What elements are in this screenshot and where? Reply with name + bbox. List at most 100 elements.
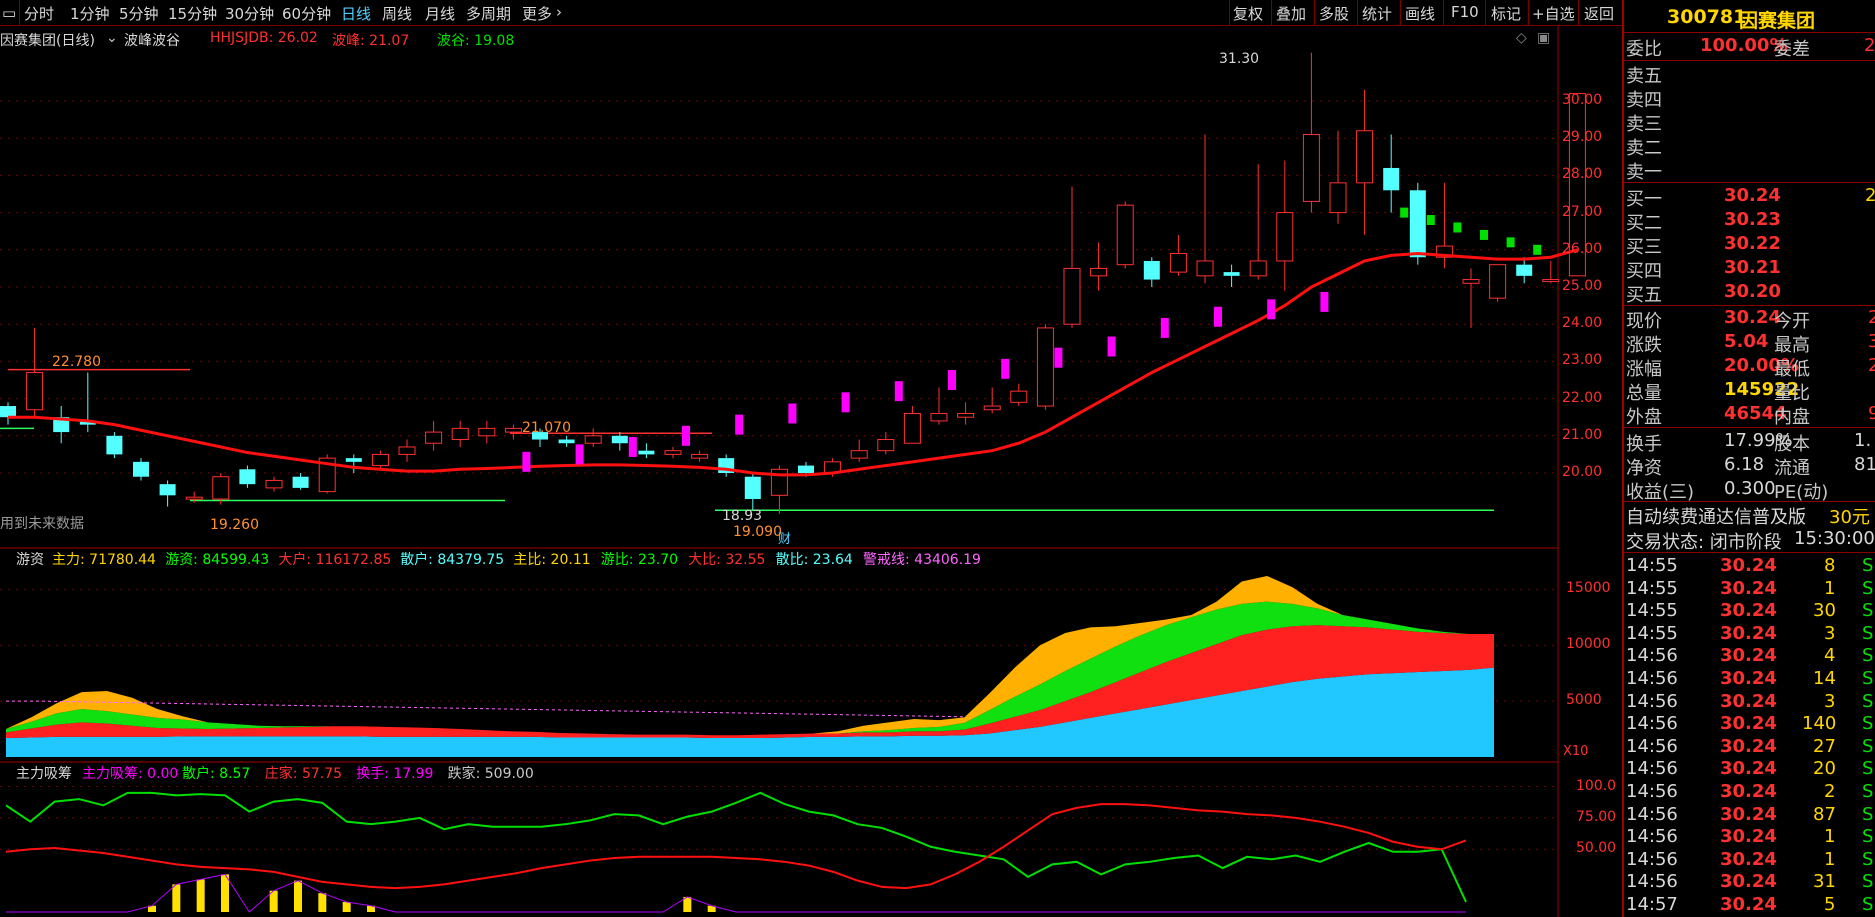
flow-field: 跌家: 509.00 xyxy=(447,766,534,782)
green-signal-mark xyxy=(1480,229,1488,240)
sell-level-label: 卖四 xyxy=(1626,90,1662,111)
price-label-22780: 22.780 xyxy=(52,354,101,370)
flow-absorb-bar xyxy=(318,893,327,912)
stock-code: 300781 xyxy=(1667,6,1747,28)
hhjsjdb-value: HHJSJDB: 26.02 xyxy=(210,30,318,46)
vol-y-tick: 15000 xyxy=(1566,580,1611,597)
finance-event-badge[interactable]: 财 xyxy=(778,528,791,547)
stat-label: 涨跌 xyxy=(1626,335,1662,356)
magenta-signal-mark xyxy=(522,451,531,472)
stat-label-2: 今开 xyxy=(1774,311,1810,332)
flow-field: 庄家: 57.75 xyxy=(264,766,343,782)
tick-row: 14:56 30.24 2 S xyxy=(1624,781,1875,805)
magenta-signal-mark xyxy=(894,381,903,402)
candle-body-up xyxy=(1063,267,1081,325)
vol-field: 大户: 116172.85 xyxy=(278,552,392,568)
weibi-row: 委比 100.00% 委差 2 xyxy=(1624,35,1875,60)
tick-time: 14:56 xyxy=(1626,871,1678,893)
main-y-tick: 21.00 xyxy=(1562,426,1603,443)
fund-label-2: 股本 xyxy=(1774,434,1810,455)
stat-value: 5.04 xyxy=(1724,331,1769,352)
flow-y-tick: 50.00 xyxy=(1576,840,1617,857)
vol-scale-label: X10 xyxy=(1563,744,1589,759)
tick-time: 14:55 xyxy=(1626,600,1678,622)
main-y-tick: 26.00 xyxy=(1562,240,1603,257)
tick-time: 14:55 xyxy=(1626,555,1678,576)
flow-absorb-bar xyxy=(196,879,205,912)
main-y-tick: 20.00 xyxy=(1562,464,1603,480)
promo-text: 自动续费通达信普及版 xyxy=(1626,507,1806,528)
stat-label: 总量 xyxy=(1626,383,1662,404)
vol-field: 主力: 71780.44 xyxy=(52,552,156,568)
fund-label: 换手 xyxy=(1626,434,1662,455)
candle-body-up xyxy=(983,405,1001,411)
trough-value: 波谷: 19.08 xyxy=(437,33,515,49)
diamond-icon[interactable]: ◇ xyxy=(1516,30,1527,46)
candle-body-up xyxy=(371,453,389,467)
flow-indicator-name[interactable]: 主力吸筹 xyxy=(16,763,72,783)
tick-row: 14:56 30.24 1 S xyxy=(1624,826,1875,850)
sell-level-label: 卖一 xyxy=(1626,162,1662,183)
tick-side: S xyxy=(1862,600,1874,622)
buy-level-volume: 2 xyxy=(1865,185,1875,206)
candle-body-down xyxy=(292,476,309,488)
vol-field: 游资: 84599.43 xyxy=(165,552,270,568)
magenta-signal-mark xyxy=(628,436,637,457)
tick-side: S xyxy=(1862,826,1874,848)
candle-body-up xyxy=(1010,390,1028,403)
candle-body-up xyxy=(478,427,496,437)
tick-row: 14:56 30.24 20 S xyxy=(1624,758,1875,782)
vol-field: 散比: 23.64 xyxy=(775,552,853,568)
tick-side: S xyxy=(1862,577,1874,599)
price-label-19090: 19.090 xyxy=(733,524,782,540)
stat-value-2: 2 xyxy=(1868,355,1875,376)
fund-value-2: 81 xyxy=(1854,454,1875,475)
candle-body-down xyxy=(159,484,176,496)
candle-body-up xyxy=(1276,212,1294,262)
buy-level-row: 买一 30.24 2 xyxy=(1624,185,1875,210)
chart-title: 因赛集团(日线) xyxy=(0,33,95,49)
flow-absorb-bar xyxy=(342,901,351,912)
tick-row: 14:56 30.24 3 S xyxy=(1624,691,1875,715)
tick-price: 30.24 xyxy=(1720,735,1777,757)
tick-price: 30.24 xyxy=(1720,848,1777,870)
tick-volume: 31 xyxy=(1813,871,1836,893)
candle-body-up xyxy=(26,372,44,411)
buy-level-row: 买二 30.23 xyxy=(1624,209,1875,234)
quote-header: 300781 因赛集团 xyxy=(1624,0,1875,32)
tick-side: S xyxy=(1862,848,1874,870)
magenta-signal-mark xyxy=(1214,306,1222,327)
vol-indicator-name[interactable]: 游资 xyxy=(16,549,44,569)
candle-body-up xyxy=(185,496,203,500)
tick-price: 30.24 xyxy=(1720,577,1777,599)
weicha-label: 委差 xyxy=(1774,39,1810,60)
stat-label-2: 最高 xyxy=(1774,335,1810,356)
candle-body-down xyxy=(638,450,655,455)
buy-level-label: 买四 xyxy=(1626,261,1662,282)
green-signal-mark xyxy=(1400,207,1409,218)
candle-body-down xyxy=(345,458,362,462)
promo-price: 30元 xyxy=(1829,507,1870,528)
tick-time: 14:56 xyxy=(1626,826,1678,848)
tick-price: 30.24 xyxy=(1720,871,1777,893)
candle-body-up xyxy=(664,450,682,455)
tick-time: 14:56 xyxy=(1626,668,1678,689)
tick-time: 14:55 xyxy=(1626,622,1678,644)
candle-body-up xyxy=(1489,264,1507,299)
candle-body-up xyxy=(903,412,921,444)
candle-body-up xyxy=(1196,260,1214,277)
buy-level-row: 买五 30.20 xyxy=(1624,281,1875,306)
indicator-name[interactable]: 波峰波谷 xyxy=(124,30,180,50)
window-toggle-icon[interactable]: ▣ xyxy=(1537,30,1550,46)
candle-body-up xyxy=(957,412,975,418)
main-y-tick: 29.00 xyxy=(1562,129,1603,146)
tick-row: 14:56 30.24 4 S xyxy=(1624,645,1875,669)
flow-absorb-bar xyxy=(221,874,229,912)
price-label-high: 31.30 xyxy=(1219,51,1260,67)
magenta-signal-mark xyxy=(735,414,744,435)
buy-level-price: 30.23 xyxy=(1724,209,1781,230)
dropdown-circle-icon[interactable]: ⌄ xyxy=(106,30,118,46)
green-signal-mark xyxy=(1506,237,1515,248)
magenta-signal-mark xyxy=(1267,299,1276,320)
green-signal-mark xyxy=(1426,215,1435,226)
